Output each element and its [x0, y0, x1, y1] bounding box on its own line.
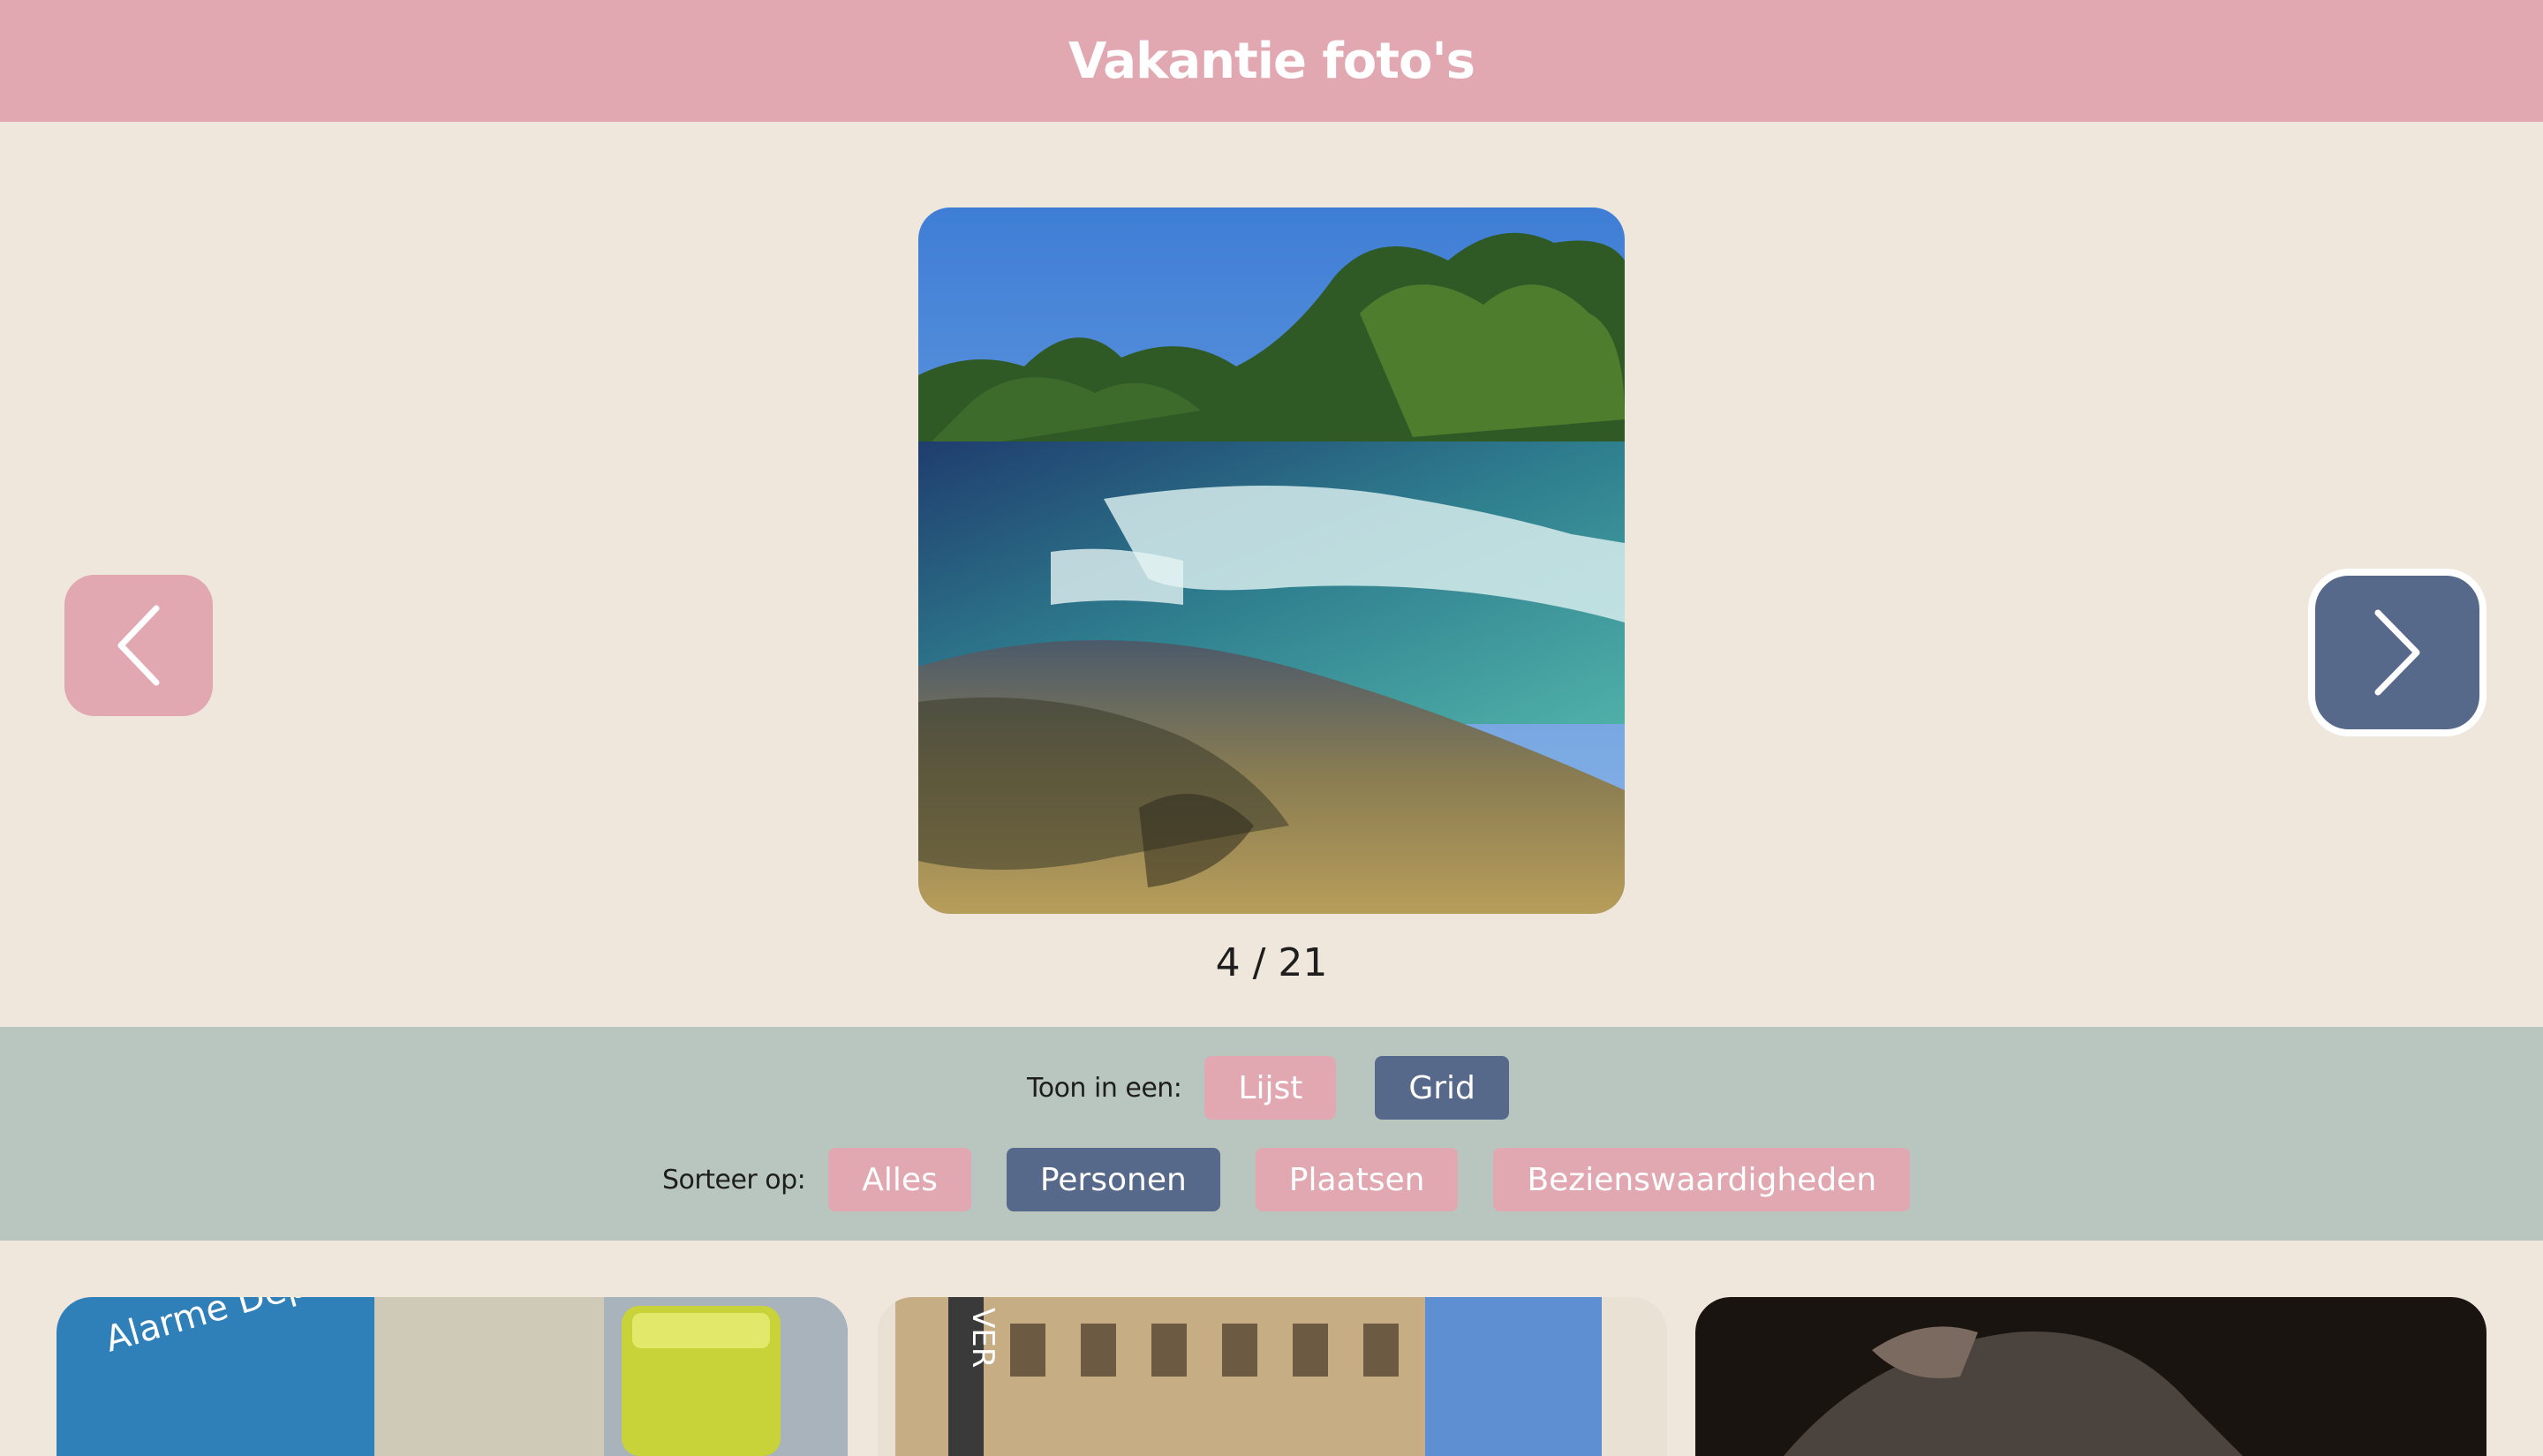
photo-thumbnail[interactable]: VER	[878, 1297, 1667, 1456]
photo-counter: 4 / 21	[1215, 940, 1328, 985]
photo-grid: Alarme Dépannage la porte /Alu VER	[0, 1241, 2543, 1456]
sort-label: Sorteer op:	[662, 1164, 806, 1196]
sort-row: Sorteer op: Alles Personen Plaatsen Bezi…	[0, 1148, 2543, 1211]
view-mode-label: Toon in een:	[1027, 1072, 1182, 1104]
filter-toolbar: Toon in een: Lijst Grid Sorteer op: Alle…	[0, 1027, 2543, 1241]
view-list-button[interactable]: Lijst	[1204, 1056, 1337, 1120]
current-photo	[918, 207, 1625, 914]
view-mode-row: Toon in een: Lijst Grid	[0, 1056, 2543, 1120]
thumbnail-sign-text: VER	[965, 1308, 1000, 1368]
sort-sights-button[interactable]: Bezienswaardigheden	[1493, 1148, 1911, 1211]
previous-photo-button[interactable]	[64, 575, 213, 716]
view-grid-button[interactable]: Grid	[1375, 1056, 1509, 1120]
sort-all-button[interactable]: Alles	[828, 1148, 971, 1211]
chevron-left-icon	[117, 605, 160, 686]
next-photo-button[interactable]	[2308, 569, 2486, 736]
photo-thumbnail[interactable]: Alarme Dépannage la porte /Alu	[57, 1297, 848, 1456]
page-title: Vakantie foto's	[1068, 32, 1475, 90]
page-header: Vakantie foto's	[0, 0, 2543, 122]
sort-places-button[interactable]: Plaatsen	[1255, 1148, 1459, 1211]
chevron-right-icon	[2374, 609, 2420, 696]
photo-thumbnail[interactable]	[1695, 1297, 2486, 1456]
sort-people-button[interactable]: Personen	[1006, 1148, 1220, 1211]
